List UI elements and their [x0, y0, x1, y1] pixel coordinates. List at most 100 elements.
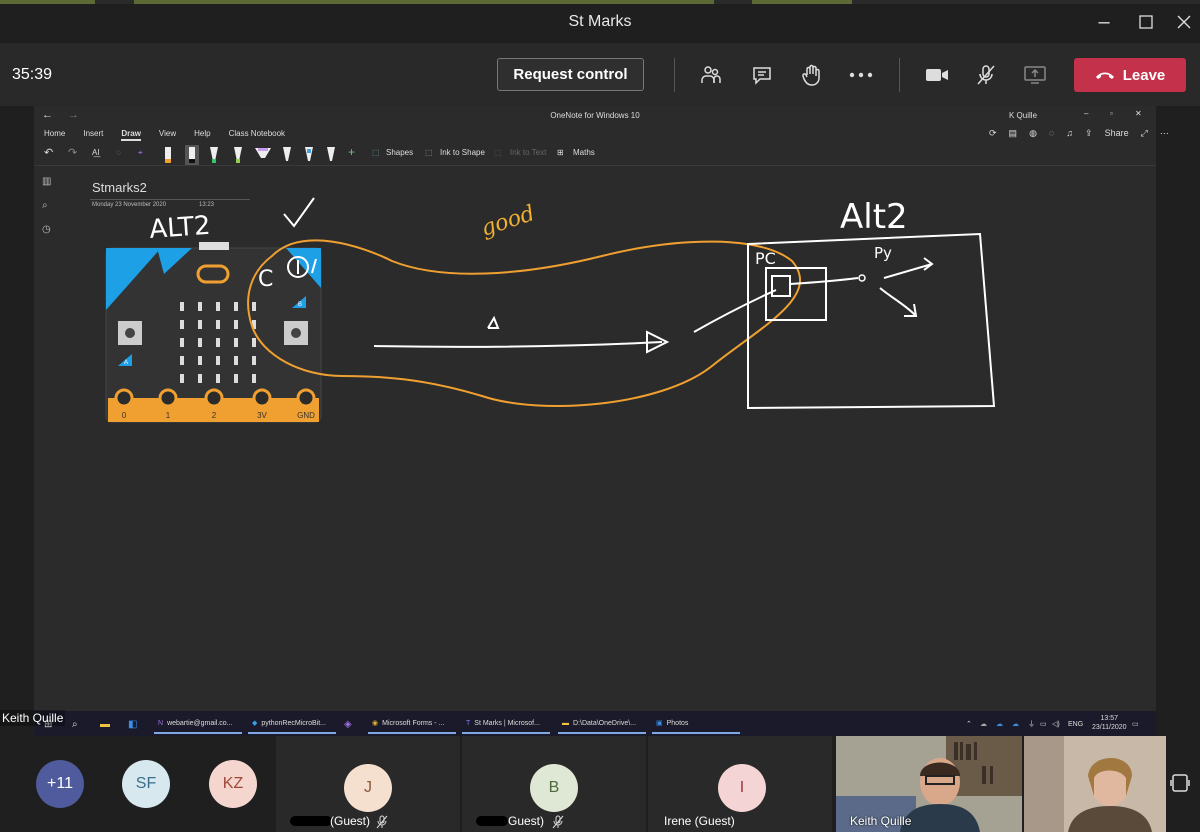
- share-icon[interactable]: ⇪: [1085, 128, 1093, 139]
- highlighter-purple-icon[interactable]: [254, 145, 272, 165]
- volume-icon[interactable]: ◁): [1052, 714, 1060, 734]
- ink-to-shape-button[interactable]: Ink to Shape: [440, 148, 485, 157]
- taskbar-app-explorer[interactable]: ▬ D:\Data\OneDrive\...: [558, 714, 646, 734]
- notebook-icon[interactable]: ▤: [1009, 128, 1018, 139]
- undo-icon[interactable]: ↶: [44, 146, 53, 159]
- taskbar-app-photos[interactable]: ▣ Photos: [652, 714, 740, 734]
- participant-avatar[interactable]: KZ: [209, 760, 257, 808]
- pen-green-icon[interactable]: [207, 145, 221, 165]
- lasso-icon[interactable]: ◌: [116, 148, 121, 157]
- menu-insert[interactable]: Insert: [83, 129, 103, 138]
- taskbar-lang[interactable]: ENG: [1068, 714, 1083, 734]
- pin-label: 1: [166, 411, 171, 420]
- onedrive-icon[interactable]: ☁: [996, 714, 1003, 734]
- menu-class-notebook[interactable]: Class Notebook: [229, 129, 285, 138]
- taskbar-clock[interactable]: 13:57 23/11/2020: [1092, 714, 1127, 734]
- participant-name: (Guest): [330, 814, 371, 828]
- onenote-restore-icon[interactable]: ▫: [1110, 109, 1113, 118]
- participant-name: Guest): [508, 814, 545, 828]
- onenote-close-icon[interactable]: ✕: [1135, 109, 1142, 118]
- share-screen-icon[interactable]: [1018, 58, 1052, 92]
- onenote-user[interactable]: K Quille: [1009, 111, 1037, 120]
- photos-icon: ▣: [656, 720, 663, 727]
- pin-label: 0: [122, 411, 127, 420]
- ink-to-text-icon[interactable]: ⬚: [494, 148, 502, 157]
- tray-cloud-icon[interactable]: ☁: [980, 714, 987, 734]
- taskbar-app-onenote[interactable]: Nwebartie@gmail.co...: [154, 714, 242, 734]
- redo-icon[interactable]: ↷: [68, 146, 77, 159]
- bell-icon[interactable]: ♫: [1066, 128, 1073, 139]
- shapes-icon[interactable]: ⬚: [372, 148, 380, 157]
- participant-avatar: J: [344, 764, 392, 812]
- onedrive-icon[interactable]: ☁: [1012, 714, 1019, 734]
- menu-view[interactable]: View: [159, 129, 176, 138]
- chrome-icon: ◉: [372, 720, 379, 727]
- maximize-icon[interactable]: [1131, 8, 1161, 36]
- participant-video[interactable]: [1024, 736, 1166, 832]
- pen-cyan-icon[interactable]: [302, 145, 316, 165]
- notebooks-icon[interactable]: ▥: [42, 176, 54, 188]
- add-pen-icon[interactable]: +: [348, 145, 355, 159]
- participant-overflow[interactable]: +11: [36, 760, 84, 808]
- top-strip-segment: [0, 0, 95, 4]
- presenter-name: Keith Quille: [0, 710, 66, 726]
- video-name: Keith Quille: [850, 814, 912, 828]
- taskbar-app-vscode[interactable]: ◆ pythonRecMicroBit...: [248, 714, 336, 734]
- pen-grey-icon[interactable]: [324, 145, 338, 165]
- notifications-icon[interactable]: ▭: [1132, 714, 1139, 734]
- participant-tile[interactable]: B Guest): [462, 736, 646, 832]
- participant-video[interactable]: Keith Quille: [836, 736, 1022, 832]
- maths-icon[interactable]: ⊞: [557, 148, 564, 157]
- search-icon[interactable]: ⌕: [42, 200, 54, 212]
- tray-usb-icon[interactable]: ⏚: [1028, 714, 1035, 734]
- participant-tile[interactable]: I Irene (Guest): [648, 736, 832, 832]
- location-icon[interactable]: ◍: [1029, 128, 1037, 139]
- leave-button[interactable]: Leave: [1074, 58, 1186, 92]
- more-options-icon[interactable]: [844, 58, 878, 92]
- network-icon[interactable]: ▭: [1040, 714, 1047, 734]
- expand-icon[interactable]: ⤢: [1141, 128, 1148, 139]
- visual-studio-icon[interactable]: ◈: [344, 714, 352, 734]
- participant-tile[interactable]: J (Guest): [276, 736, 460, 832]
- close-icon[interactable]: [1169, 8, 1199, 36]
- participants-icon[interactable]: [694, 58, 728, 92]
- chat-icon[interactable]: [745, 58, 779, 92]
- outlook-icon[interactable]: ◧: [128, 714, 137, 734]
- menu-help[interactable]: Help: [194, 129, 210, 138]
- file-explorer-icon[interactable]: ▬: [100, 714, 110, 734]
- overflow-icon[interactable]: ⋯: [1160, 128, 1169, 139]
- request-control-button[interactable]: Request control: [497, 58, 644, 91]
- ink-circle-label: C: [258, 267, 273, 292]
- onenote-window: ← → OneNote for Windows 10 K Quille – ▫ …: [34, 106, 1169, 711]
- pen-white-icon[interactable]: [280, 145, 294, 165]
- lightbulb-icon[interactable]: ◌: [1049, 128, 1054, 139]
- pin-label: 3V: [257, 411, 267, 420]
- pen-orange-icon[interactable]: [161, 145, 175, 165]
- pen-black-icon[interactable]: [185, 145, 199, 165]
- menu-home[interactable]: Home: [44, 129, 65, 138]
- camera-icon[interactable]: [920, 58, 954, 92]
- device-icon[interactable]: [1168, 772, 1200, 798]
- mic-muted-icon[interactable]: [969, 58, 1003, 92]
- pen-lime-icon[interactable]: [231, 145, 245, 165]
- onenote-share-label[interactable]: Share: [1105, 128, 1129, 139]
- participant-avatar[interactable]: SF: [122, 760, 170, 808]
- onenote-right-tools: ⟳ ▤ ◍ ◌ ♫ ⇪ Share ⤢ ⋯: [989, 128, 1169, 139]
- taskbar-app-teams[interactable]: T St Marks | Microsof...: [462, 714, 550, 734]
- ink-to-text-button[interactable]: Ink to Text: [510, 148, 546, 157]
- eraser-icon[interactable]: ⌖: [138, 148, 143, 158]
- menu-draw[interactable]: Draw: [121, 129, 141, 141]
- recent-icon[interactable]: ◷: [42, 224, 54, 236]
- raise-hand-icon[interactable]: [794, 58, 828, 92]
- type-select-icon[interactable]: A͟I: [92, 148, 100, 157]
- minimize-icon[interactable]: –: [1089, 8, 1119, 36]
- tray-chevron-icon[interactable]: ⌃: [966, 714, 972, 734]
- shapes-button[interactable]: Shapes: [386, 148, 413, 157]
- ink-to-shape-icon[interactable]: ⬚: [425, 148, 433, 157]
- taskbar-search-icon[interactable]: ⌕: [72, 714, 78, 734]
- taskbar-app-chrome[interactable]: ◉ Microsoft Forms - ...: [368, 714, 456, 734]
- onenote-minimize-icon[interactable]: –: [1084, 109, 1088, 118]
- sync-icon[interactable]: ⟳: [989, 128, 997, 139]
- note-canvas[interactable]: Stmarks2 Monday 23 November 2020 13:23 A: [62, 166, 1156, 711]
- maths-button[interactable]: Maths: [573, 148, 595, 157]
